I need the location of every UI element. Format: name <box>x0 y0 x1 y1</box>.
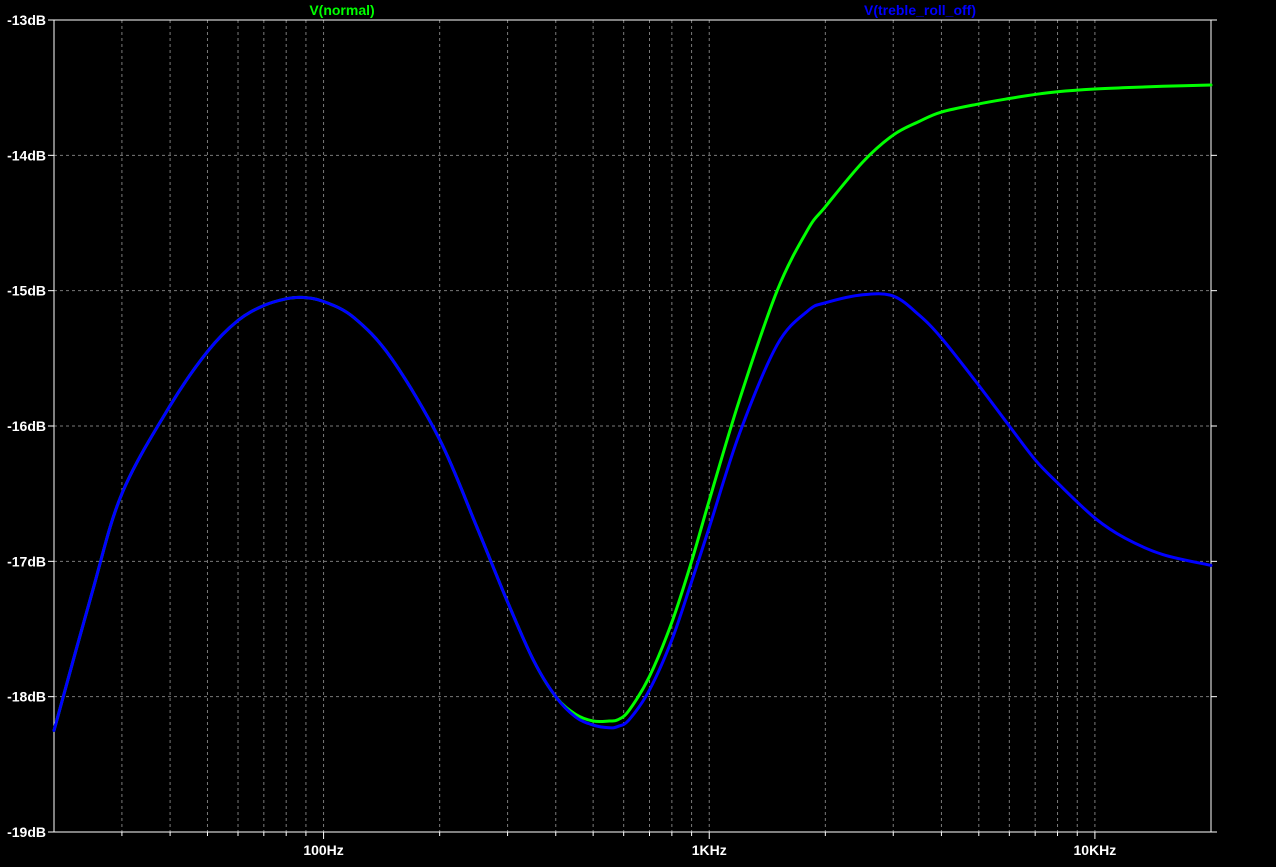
y-tick-label: -18dB <box>7 689 46 705</box>
y-tick-label: -14dB <box>7 147 46 163</box>
y-tick-label: -17dB <box>7 553 46 569</box>
y-tick-label: -16dB <box>7 418 46 434</box>
legend-entry-0[interactable]: V(normal) <box>309 2 374 18</box>
waveform-chart: -13dB -14dB -15dB -16dB -17dB -18dB -19dB 100Hz… <box>0 0 1276 862</box>
chart-background <box>0 0 1276 862</box>
y-tick-label: -15dB <box>7 283 46 299</box>
x-tick-label: 1KHz <box>692 842 727 858</box>
legend-entry-1[interactable]: V(treble_roll_off) <box>864 2 976 18</box>
y-tick-label: -13dB <box>7 12 46 28</box>
x-tick-label: 10KHz <box>1074 842 1117 858</box>
plot-area: -13dB -14dB -15dB -16dB -17dB -18dB -19dB 100Hz… <box>0 0 1276 862</box>
x-tick-label: 100Hz <box>303 842 343 858</box>
y-tick-label: -19dB <box>7 824 46 840</box>
